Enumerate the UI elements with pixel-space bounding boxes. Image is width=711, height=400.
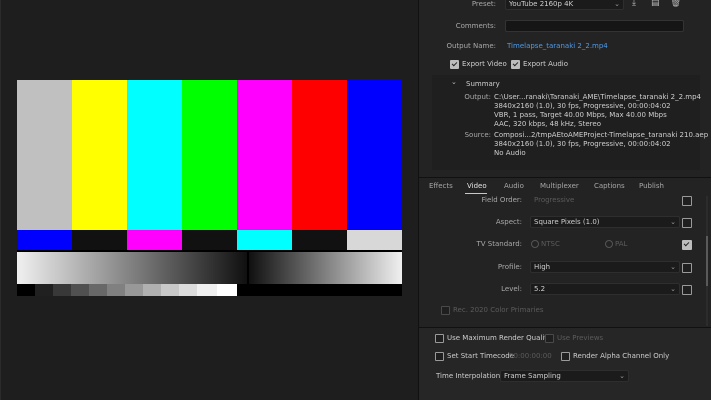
chevron-down-icon: ⌄ xyxy=(670,285,676,293)
ntsc-radio[interactable] xyxy=(531,240,539,248)
field-order-label: Field Order: xyxy=(481,196,522,204)
output-line-2: 3840x2160 (1.0), 30 fps, Progressive, 00… xyxy=(494,102,671,110)
tab-audio[interactable]: Audio xyxy=(504,182,524,190)
output-line-3: VBR, 1 pass, Target 40.00 Mbps, Max 40.0… xyxy=(494,111,667,119)
pal-label: PAL xyxy=(615,240,628,248)
profile-checkbox[interactable] xyxy=(682,263,692,273)
scrollbar-thumb[interactable] xyxy=(706,236,708,286)
profile-label: Profile: xyxy=(497,263,522,271)
preset-dropdown[interactable]: YouTube 2160p 4K ⌄ xyxy=(505,0,624,10)
start-timecode-value[interactable]: 00:00:00:00 xyxy=(509,352,552,360)
set-start-timecode-checkbox[interactable] xyxy=(435,352,444,361)
export-audio-label: Export Audio xyxy=(523,60,569,68)
source-line-2: 3840x2160 (1.0), 30 fps, Progressive, 00… xyxy=(494,140,671,148)
time-interpolation-label: Time Interpolation: xyxy=(436,372,503,380)
render-alpha-label: Render Alpha Channel Only xyxy=(573,352,670,360)
ntsc-label: NTSC xyxy=(541,240,560,248)
level-value: 5.2 xyxy=(534,285,546,293)
max-render-quality-label: Use Maximum Render Quality xyxy=(447,334,552,342)
tab-effects[interactable]: Effects xyxy=(429,182,453,190)
output-line-4: AAC, 320 kbps, 48 kHz, Stereo xyxy=(494,120,601,128)
output-name-label: Output Name: xyxy=(446,42,496,50)
comments-input[interactable] xyxy=(505,20,684,32)
tab-video[interactable]: Video xyxy=(467,182,487,190)
field-order-checkbox[interactable] xyxy=(682,196,692,206)
summary-title: Summary xyxy=(466,80,500,88)
output-name-link[interactable]: Timelapse_taranaki 2_2.mp4 xyxy=(507,42,608,50)
preset-value: YouTube 2160p 4K xyxy=(509,0,574,8)
profile-value: High xyxy=(534,263,551,271)
export-video-checkbox[interactable] xyxy=(450,60,459,69)
output-line-1: C:\User...ranaki\Taranaki_AME\Timelapse_… xyxy=(494,93,702,101)
comments-label: Comments: xyxy=(455,22,496,30)
tab-multiplexer[interactable]: Multiplexer xyxy=(540,182,579,190)
export-audio-checkbox[interactable] xyxy=(511,60,520,69)
chevron-down-icon: ⌄ xyxy=(614,0,620,8)
preset-label: Preset: xyxy=(471,0,496,8)
use-previews-checkbox[interactable] xyxy=(545,334,554,343)
time-interpolation-value: Frame Sampling xyxy=(504,372,561,380)
chevron-down-icon: ⌄ xyxy=(670,218,676,226)
time-interpolation-dropdown[interactable]: Frame Sampling ⌄ xyxy=(500,370,629,382)
divider xyxy=(419,177,711,178)
aspect-checkbox[interactable] xyxy=(682,218,692,228)
pal-radio[interactable] xyxy=(605,240,613,248)
chevron-down-icon: ⌄ xyxy=(670,263,676,271)
rec2020-checkbox[interactable] xyxy=(441,306,450,315)
import-preset-icon[interactable]: ⤓ xyxy=(632,0,636,8)
collapse-chevron-icon[interactable]: ⌄ xyxy=(451,78,457,87)
render-alpha-checkbox[interactable] xyxy=(561,352,570,361)
color-bars-preview xyxy=(17,80,402,296)
tab-publish[interactable]: Publish xyxy=(639,182,664,190)
aspect-dropdown[interactable]: Square Pixels (1.0) ⌄ xyxy=(530,216,680,228)
export-video-label: Export Video xyxy=(462,60,507,68)
save-preset-icon[interactable]: ▤ xyxy=(651,0,660,8)
panel-edge xyxy=(0,0,1,400)
aspect-label: Aspect: xyxy=(495,218,522,226)
use-previews-label: Use Previews xyxy=(557,334,604,342)
tab-captions[interactable]: Captions xyxy=(594,182,625,190)
set-start-timecode-label: Set Start Timecode xyxy=(447,352,515,360)
level-label: Level: xyxy=(501,285,522,293)
profile-dropdown[interactable]: High ⌄ xyxy=(530,261,680,273)
output-label: Output: xyxy=(464,93,491,101)
delete-preset-icon[interactable]: 🗑 xyxy=(670,0,681,8)
level-dropdown[interactable]: 5.2 ⌄ xyxy=(530,283,680,295)
source-line-3: No Audio xyxy=(494,149,526,157)
aspect-value: Square Pixels (1.0) xyxy=(534,218,600,226)
active-tab-indicator xyxy=(465,193,487,194)
source-label: Source: xyxy=(464,131,491,139)
tv-standard-checkbox[interactable] xyxy=(682,240,692,250)
source-line-1: Composi...2/tmpAEtoAMEProject-Timelapse_… xyxy=(494,131,709,139)
level-checkbox[interactable] xyxy=(682,285,692,295)
field-order-value: Progressive xyxy=(534,196,575,204)
rec2020-label: Rec. 2020 Color Primaries xyxy=(453,306,544,314)
chevron-down-icon: ⌄ xyxy=(619,372,625,380)
max-render-quality-checkbox[interactable] xyxy=(435,334,444,343)
tv-standard-label: TV Standard: xyxy=(476,240,523,248)
